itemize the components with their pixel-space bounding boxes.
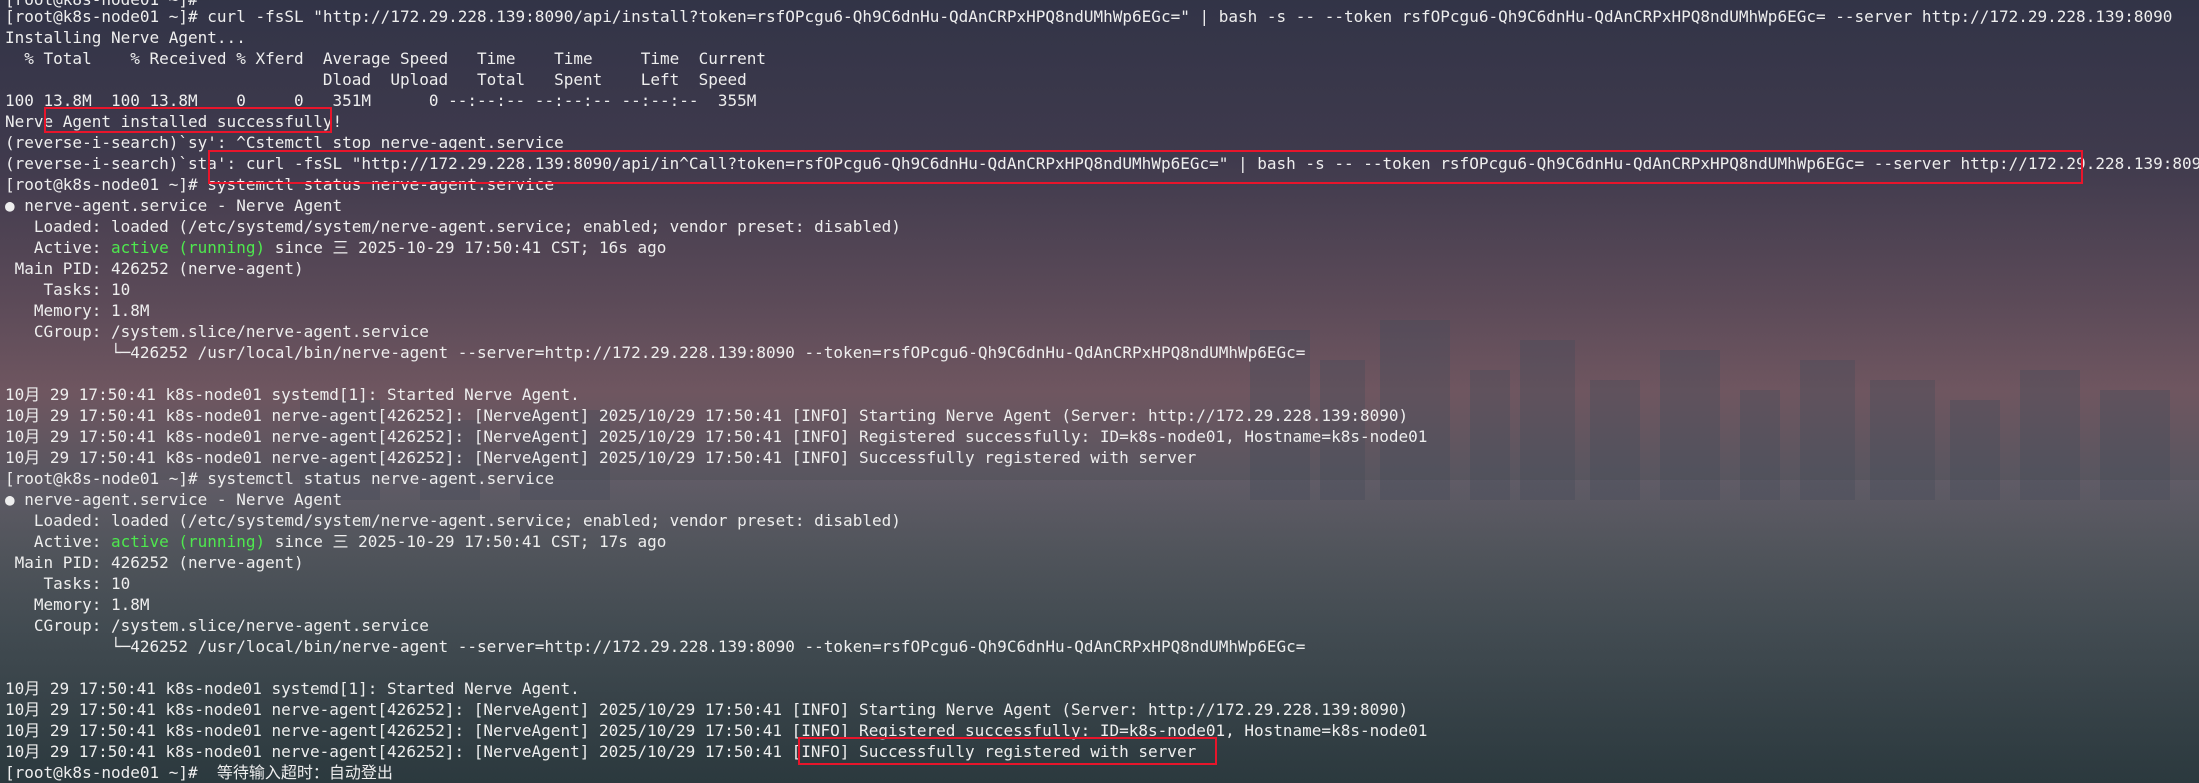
terminal-line: 10月 29 17:50:41 k8s-node01 systemd[1]: S… [5,385,580,404]
terminal-line: ● nerve-agent.service - Nerve Agent [5,490,343,509]
terminal-line: [root@k8s-node01 ~]# curl -fsSL "http://… [5,7,2173,26]
terminal-line: Main PID: 426252 (nerve-agent) [5,553,304,572]
terminal-window[interactable]: [root@k8s-node01 ~]# [root@k8s-node01 ~]… [0,0,2199,783]
terminal-line: ● nerve-agent.service - Nerve Agent [5,196,343,215]
terminal-line: Main PID: 426252 (nerve-agent) [5,259,304,278]
terminal-line: 100 13.8M 100 13.8M 0 0 351M 0 --:--:-- … [5,91,757,110]
terminal-line: Tasks: 10 [5,574,131,593]
terminal-line-active: Active: active (running) since 三 2025-10… [5,531,667,552]
terminal-line: Installing Nerve Agent... [5,28,246,47]
active-label: Active: [5,238,111,257]
terminal-line: 10月 29 17:50:41 k8s-node01 nerve-agent[4… [5,427,1428,446]
terminal-line: 10月 29 17:50:41 k8s-node01 nerve-agent[4… [5,721,1428,740]
active-label: Active: [5,532,111,551]
active-since: since 三 2025-10-29 17:50:41 CST; 16s ago [265,238,667,257]
terminal-line: Loaded: loaded (/etc/systemd/system/nerv… [5,511,901,530]
terminal-line: (reverse-i-search)`sta': curl -fsSL "htt… [5,154,2199,173]
terminal-line: 10月 29 17:50:41 k8s-node01 systemd[1]: S… [5,679,580,698]
terminal-line: (reverse-i-search)`sy': ^Cstemctl stop n… [5,133,564,152]
active-state: active (running) [110,532,266,551]
terminal-line: 10月 29 17:50:41 k8s-node01 nerve-agent[4… [5,742,1197,761]
active-state: active (running) [110,238,266,257]
terminal-line: % Total % Received % Xferd Average Speed… [5,49,766,68]
terminal-line: [root@k8s-node01 ~]# systemctl status ne… [5,175,555,194]
terminal-line-active: Active: active (running) since 三 2025-10… [5,237,667,258]
terminal-line: 10月 29 17:50:41 k8s-node01 nerve-agent[4… [5,406,1409,425]
terminal-line: CGroup: /system.slice/nerve-agent.servic… [5,616,429,635]
terminal-line: Loaded: loaded (/etc/systemd/system/nerv… [5,217,901,236]
terminal-line: [root@k8s-node01 ~]# systemctl status ne… [5,469,555,488]
terminal-prompt-line[interactable]: [root@k8s-node01 ~]# 等待输入超时：自动登出 [5,762,393,783]
terminal-line: Tasks: 10 [5,280,131,299]
active-since: since 三 2025-10-29 17:50:41 CST; 17s ago [265,532,667,551]
terminal-line: CGroup: /system.slice/nerve-agent.servic… [5,322,429,341]
terminal-line: 10月 29 17:50:41 k8s-node01 nerve-agent[4… [5,700,1409,719]
terminal-line: Memory: 1.8M [5,595,150,614]
terminal-line: └─426252 /usr/local/bin/nerve-agent --se… [5,637,1306,656]
terminal-line: Nerve Agent installed successfully! [5,112,343,131]
terminal-line: Memory: 1.8M [5,301,150,320]
terminal-line: Dload Upload Total Spent Left Speed [5,70,747,89]
terminal-line: 10月 29 17:50:41 k8s-node01 nerve-agent[4… [5,448,1197,467]
terminal-line: └─426252 /usr/local/bin/nerve-agent --se… [5,343,1306,362]
